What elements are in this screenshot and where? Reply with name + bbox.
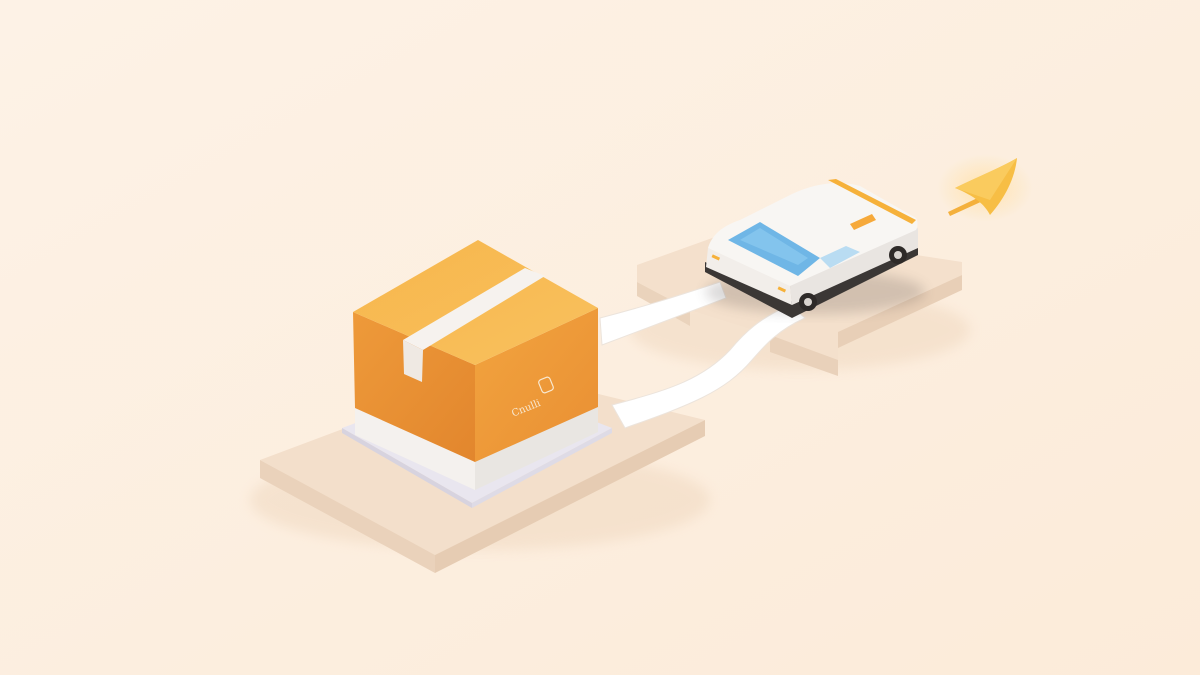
background bbox=[0, 0, 1200, 675]
direction-arrow-icon bbox=[937, 154, 1033, 222]
isometric-delivery-illustration: Cnulli bbox=[0, 0, 1200, 675]
